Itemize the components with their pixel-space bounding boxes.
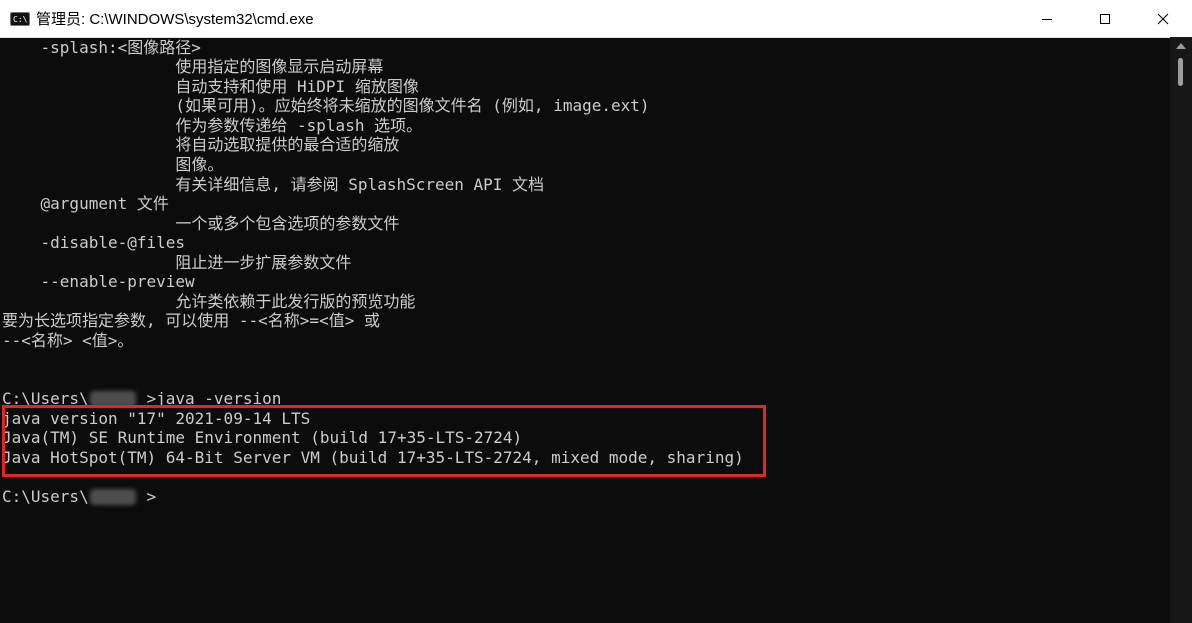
- console-line: @argument 文件: [2, 194, 169, 213]
- console-line: 阻止进一步扩展参数文件: [2, 253, 352, 272]
- scroll-up-icon[interactable]: [1176, 43, 1186, 49]
- close-button[interactable]: [1134, 0, 1192, 37]
- console-line: 将自动选取提供的最合适的缩放: [2, 135, 400, 154]
- redacted-username: [90, 391, 136, 407]
- console-line: 使用指定的图像显示启动屏幕: [2, 57, 384, 76]
- window-title: 管理员: C:\WINDOWS\system32\cmd.exe: [36, 11, 314, 28]
- console-output[interactable]: -splash:<图像路径> 使用指定的图像显示启动屏幕 自动支持和使用 HiD…: [2, 37, 1170, 623]
- maximize-icon: [1100, 13, 1110, 24]
- console-line: 要为长选项指定参数, 可以使用 --<名称>=<值> 或: [2, 311, 380, 330]
- title-bar[interactable]: C:\ 管理员: C:\WINDOWS\system32\cmd.exe: [0, 0, 1192, 38]
- console-line: -disable-@files: [2, 233, 186, 252]
- close-icon: [1157, 13, 1169, 24]
- maximize-button[interactable]: [1076, 0, 1134, 37]
- console-line: 有关详细信息, 请参阅 SplashScreen API 文档: [2, 175, 545, 194]
- console-line: 图像。: [2, 155, 224, 174]
- console-line: --<名称> <值>。: [2, 331, 134, 350]
- console-line: 自动支持和使用 HiDPI 缩放图像: [2, 77, 419, 96]
- java-version-line: java version "17" 2021-09-14 LTS: [2, 409, 311, 428]
- minimize-button[interactable]: [1018, 0, 1076, 37]
- console-line: 允许类依赖于此发行版的预览功能: [2, 292, 416, 311]
- redacted-username: [90, 489, 136, 505]
- console-line: 一个或多个包含选项的参数文件: [2, 214, 400, 233]
- console-prompt-command: C:\Users\ >java -version: [2, 389, 282, 408]
- cmd-window: C:\ 管理员: C:\WINDOWS\system32\cmd.exe -sp…: [0, 0, 1192, 623]
- java-runtime-line: Java(TM) SE Runtime Environment (build 1…: [2, 428, 523, 447]
- window-controls: [1018, 0, 1192, 37]
- minimize-icon: [1042, 18, 1052, 20]
- console-line: --enable-preview: [2, 272, 195, 291]
- cmd-app-icon[interactable]: C:\: [10, 11, 30, 26]
- scroll-thumb[interactable]: [1178, 58, 1183, 86]
- java-vm-line: Java HotSpot(TM) 64-Bit Server VM (build…: [2, 448, 744, 467]
- console-line: 作为参数传递给 -splash 选项。: [2, 116, 423, 135]
- vertical-scrollbar[interactable]: [1170, 37, 1192, 623]
- console-line: (如果可用)。应始终将未缩放的图像文件名 (例如, image.ext): [2, 96, 650, 115]
- console-line: -splash:<图像路径>: [2, 38, 201, 57]
